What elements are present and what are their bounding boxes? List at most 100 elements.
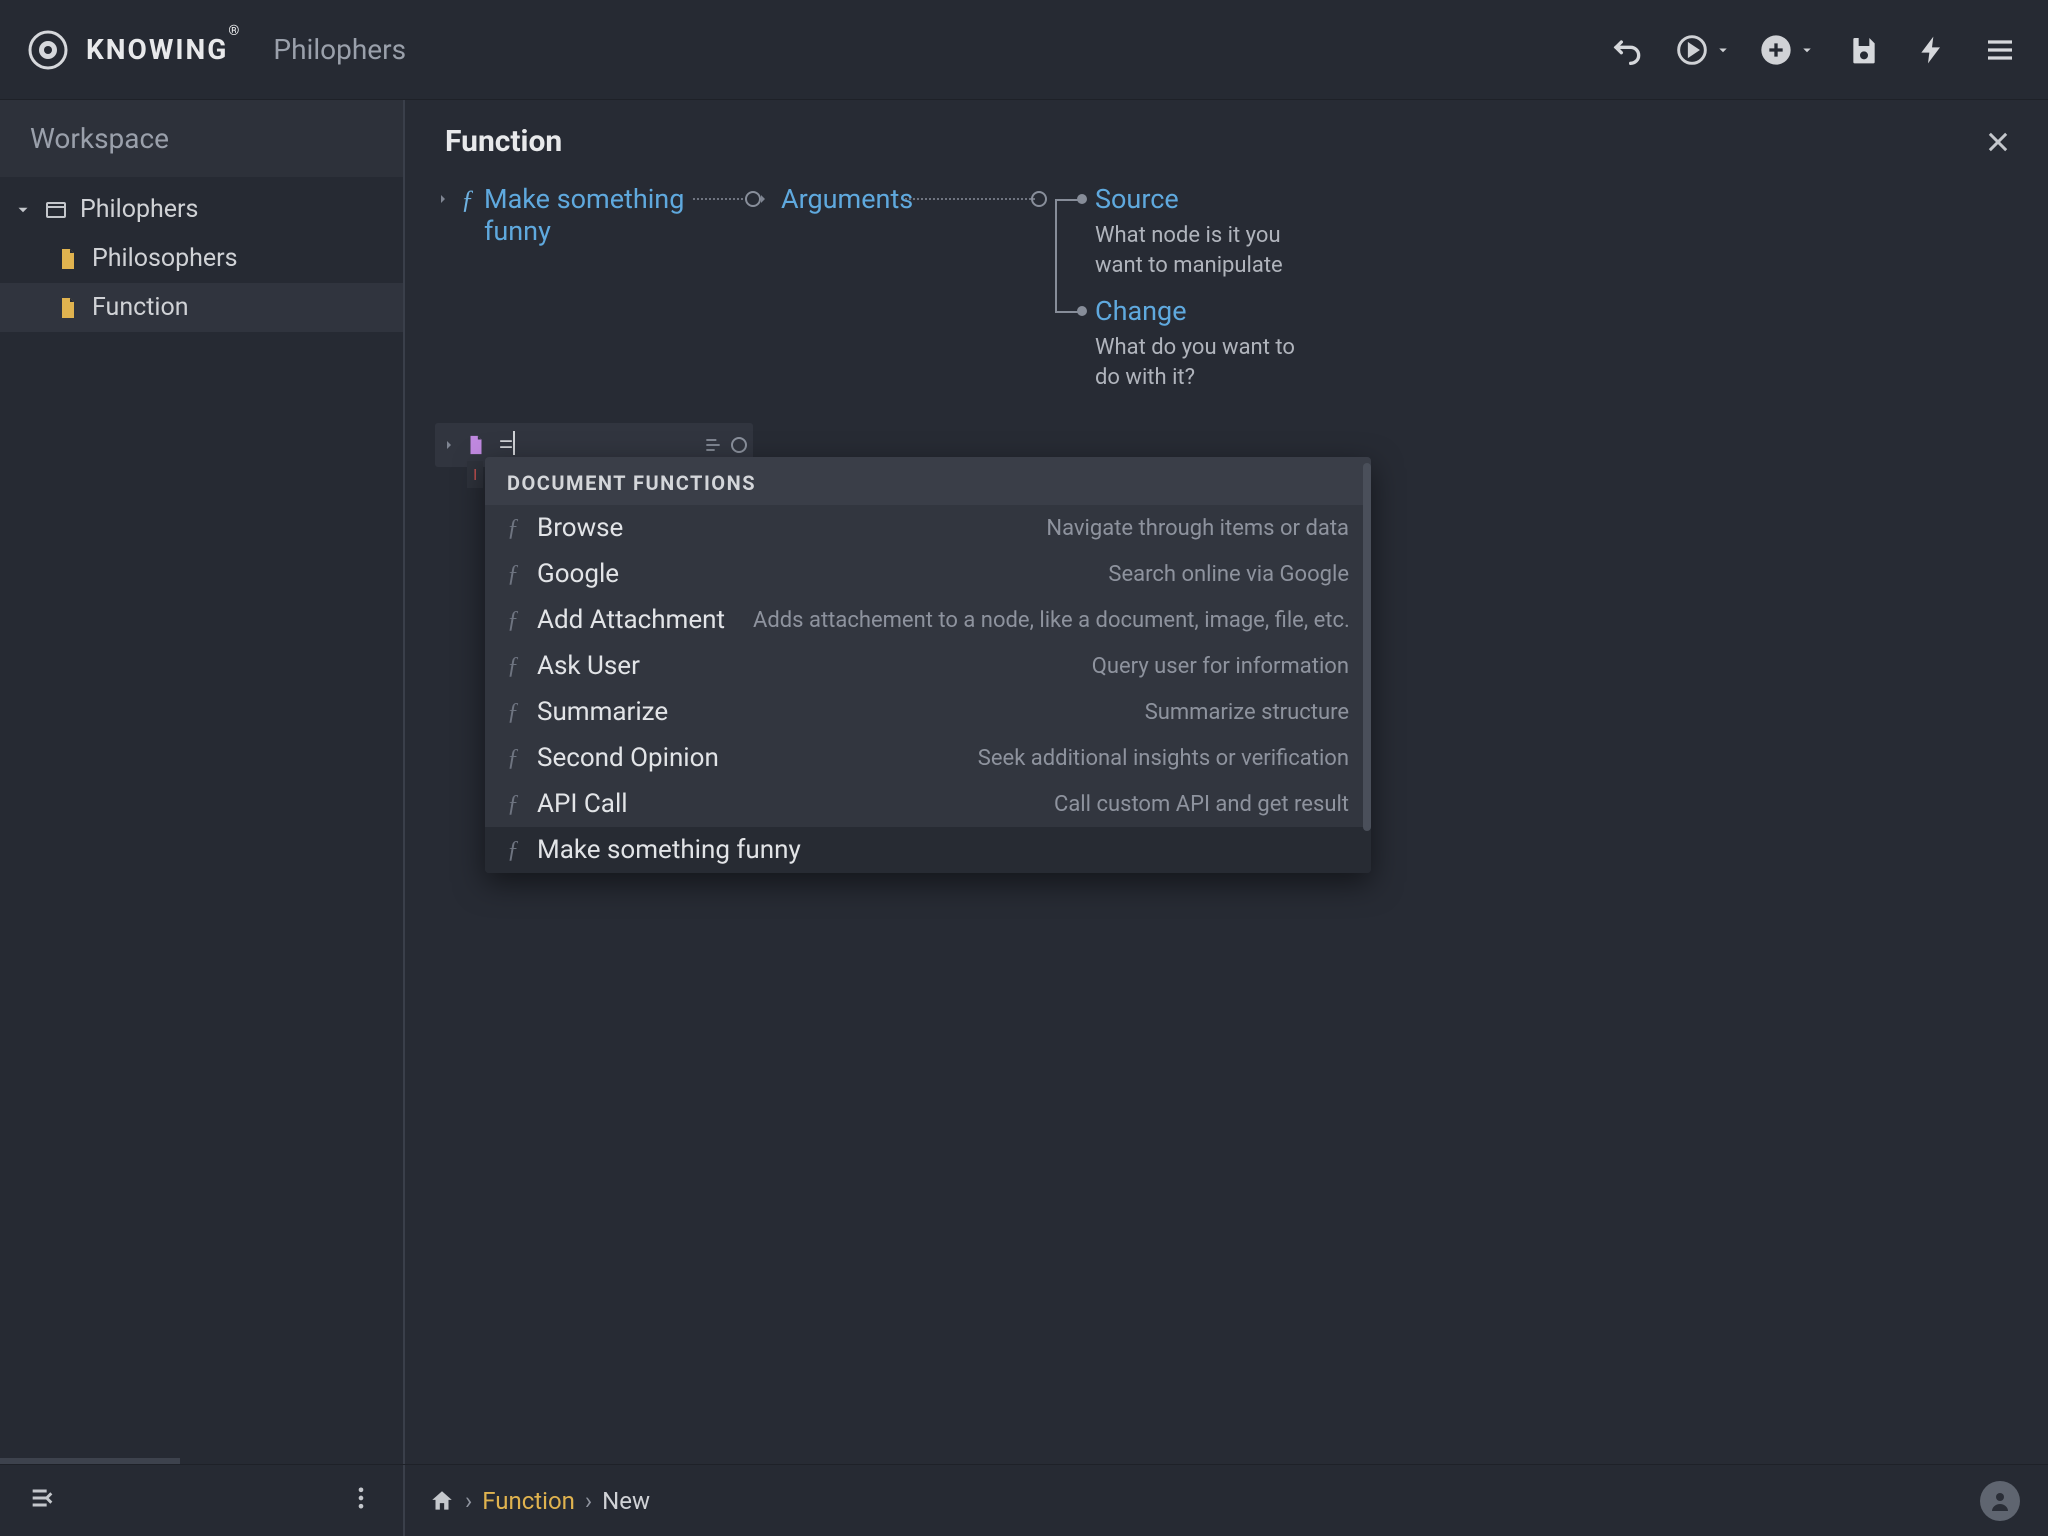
undo-button[interactable] [1608, 30, 1648, 70]
function-glyph-icon: ƒ [507, 607, 523, 634]
breadcrumb-sep: › [465, 1487, 472, 1515]
function-glyph-icon: ƒ [507, 791, 523, 818]
change-label: Change [1095, 295, 1315, 327]
function-glyph-icon: ƒ [507, 745, 523, 772]
footer-right [1980, 1481, 2048, 1521]
dropdown-item-add-attachment[interactable]: ƒ Add Attachment Adds attachement to a n… [485, 597, 1371, 643]
function-glyph-icon: ƒ [507, 837, 523, 864]
hamburger-menu[interactable] [1980, 30, 2020, 70]
breadcrumb-sep: › [585, 1487, 592, 1515]
branch-dot [1077, 306, 1087, 316]
branch-line [1055, 199, 1057, 313]
user-icon [1988, 1489, 2012, 1513]
tree-item-philosophers[interactable]: Philosophers [0, 234, 403, 283]
function-glyph-icon: ƒ [507, 699, 523, 726]
collapse-sidebar-button[interactable] [28, 1484, 56, 1518]
logo-cluster: KNOWING® [28, 30, 241, 70]
arguments-label: Arguments [781, 183, 913, 215]
chevron-down-icon [1714, 41, 1732, 59]
tree-item-function[interactable]: Function [0, 283, 403, 332]
function-glyph-icon: ƒ [507, 515, 523, 542]
menu-icon [1984, 34, 2016, 66]
dropdown-heading: DOCUMENT FUNCTIONS [485, 457, 1371, 505]
page-title: Function [445, 124, 562, 159]
branch-dot [1077, 194, 1087, 204]
dropdown-item-make-something-funny[interactable]: ƒ Make something funny [485, 827, 1371, 873]
function-glyph-icon: ƒ [461, 185, 474, 215]
change-node[interactable]: Change What do you want to do with it? [1095, 295, 1315, 392]
change-desc: What do you want to do with it? [1095, 333, 1315, 392]
workspace-tree: Philophers Philosophers Function [0, 177, 403, 332]
document-title[interactable]: Philophers [273, 33, 406, 66]
function-node[interactable]: ƒ Make something funny [435, 183, 704, 248]
function-graph: ƒ Make something funny Arguments Source … [405, 183, 2048, 433]
breadcrumb-function[interactable]: Function [482, 1487, 575, 1515]
arguments-node[interactable]: Arguments [755, 183, 913, 215]
chevron-down-icon [1798, 41, 1816, 59]
play-circle-icon [1676, 34, 1708, 66]
save-icon [1848, 34, 1880, 66]
sidebar: Workspace Philophers Philosophers Functi… [0, 100, 405, 1464]
add-menu[interactable] [1760, 34, 1816, 66]
tree-root-label: Philophers [80, 195, 198, 224]
text-edit-icon[interactable] [703, 435, 723, 455]
caret-down-icon [14, 201, 32, 219]
dropdown-item-second-opinion[interactable]: ƒ Second Opinion Seek additional insight… [485, 735, 1371, 781]
more-options-button[interactable] [347, 1484, 375, 1518]
home-icon[interactable] [429, 1488, 455, 1514]
save-button[interactable] [1844, 30, 1884, 70]
dropdown-item-summarize[interactable]: ƒ Summarize Summarize structure [485, 689, 1371, 735]
dropdown-item-api-call[interactable]: ƒ API Call Call custom API and get resul… [485, 781, 1371, 827]
source-label: Source [1095, 183, 1315, 215]
function-glyph-icon: ƒ [507, 653, 523, 680]
connector-bubble [731, 437, 747, 453]
dropdown-item-google[interactable]: ƒ Google Search online via Google [485, 551, 1371, 597]
text-cursor [513, 431, 515, 455]
connector-dots [693, 198, 747, 200]
breadcrumb-current: New [602, 1487, 650, 1515]
close-button[interactable] [1984, 128, 2012, 156]
connector-dots [905, 198, 1035, 200]
plus-circle-icon [1760, 34, 1792, 66]
error-badge: I [467, 461, 483, 488]
breadcrumb: › Function › New [405, 1487, 1980, 1515]
function-suggest-dropdown: DOCUMENT FUNCTIONS ƒ Browse Navigate thr… [485, 457, 1371, 873]
source-node[interactable]: Source What node is it you want to manip… [1095, 183, 1315, 280]
page-icon [465, 434, 487, 456]
content-header: Function [405, 100, 2048, 183]
dropdown-item-browse[interactable]: ƒ Browse Navigate through items or data [485, 505, 1371, 551]
content-panel: Function ƒ Make something funny Argument… [405, 100, 2048, 1464]
caret-right-icon [435, 191, 451, 207]
topbar: KNOWING® Philophers [0, 0, 2048, 100]
file-icon [56, 296, 80, 320]
tree-item-label: Function [92, 293, 189, 322]
window-icon [44, 198, 68, 222]
sidebar-title: Workspace [0, 100, 403, 177]
brand-name: KNOWING® [86, 33, 241, 66]
footer: › Function › New [0, 1464, 2048, 1536]
function-name: Make something funny [484, 183, 704, 248]
sidebar-scroll-indicator [0, 1458, 180, 1464]
branch-line [1055, 311, 1079, 313]
app-logo-icon [28, 30, 68, 70]
file-icon [56, 247, 80, 271]
user-avatar[interactable] [1980, 1481, 2020, 1521]
tree-root-philophers[interactable]: Philophers [0, 185, 403, 234]
dropdown-scrollbar[interactable] [1363, 463, 1371, 831]
collapse-icon [28, 1484, 56, 1512]
footer-left [0, 1465, 405, 1536]
caret-right-icon [441, 437, 457, 453]
main-area: Workspace Philophers Philosophers Functi… [0, 100, 2048, 1464]
branch-line [1055, 199, 1079, 201]
kebab-icon [347, 1484, 375, 1512]
bolt-button[interactable] [1912, 30, 1952, 70]
topbar-actions [1608, 30, 2020, 70]
caret-right-icon [755, 191, 771, 207]
tree-item-label: Philosophers [92, 244, 238, 273]
dropdown-item-ask-user[interactable]: ƒ Ask User Query user for information [485, 643, 1371, 689]
connector-bubble [1031, 191, 1047, 207]
bolt-icon [1916, 34, 1948, 66]
source-desc: What node is it you want to manipulate [1095, 221, 1315, 280]
play-menu[interactable] [1676, 34, 1732, 66]
function-glyph-icon: ƒ [507, 561, 523, 588]
